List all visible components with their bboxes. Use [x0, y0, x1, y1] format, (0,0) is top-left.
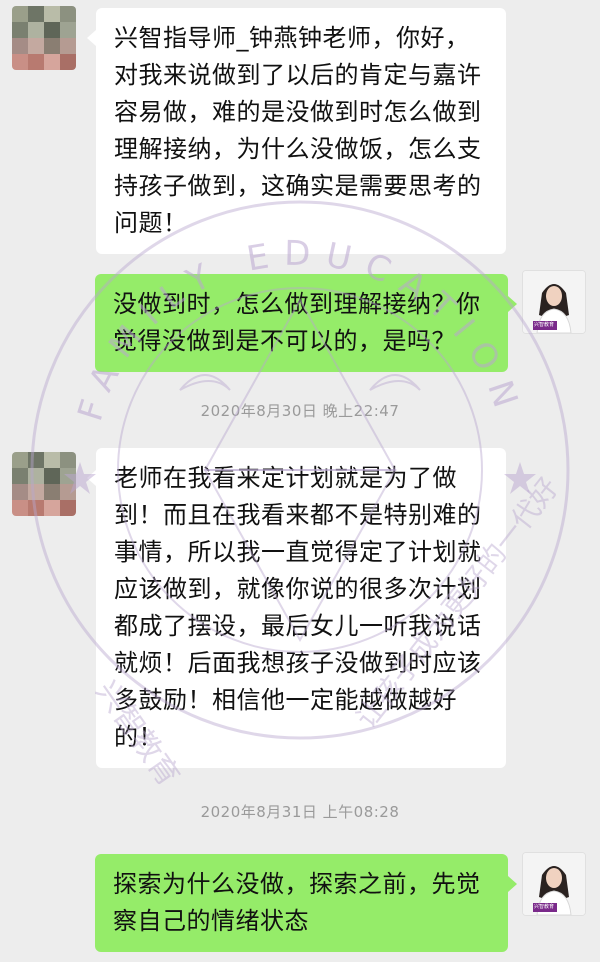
message-text: 探索为什么没做，探索之前，先觉察自己的情绪状态	[113, 870, 481, 935]
avatar-badge-label: 兴智教育	[534, 322, 555, 328]
contact-avatar[interactable]	[12, 452, 76, 516]
contact-avatar[interactable]	[12, 6, 76, 70]
message-text: 兴智指导师_钟燕钟老师，你好，对我来说做到了以后的肯定与嘉许容易做，难的是没做到…	[114, 24, 482, 237]
user-avatar[interactable]: 兴智教育	[522, 270, 586, 334]
avatar-badge-label: 兴智教育	[534, 904, 555, 910]
message-bubble-outgoing[interactable]: 探索为什么没做，探索之前，先觉察自己的情绪状态	[95, 854, 517, 952]
message-text: 没做到时，怎么做到理解接纳？你觉得没做到是不可以的，是吗？	[113, 290, 481, 355]
message-bubble-incoming[interactable]: 兴智指导师_钟燕钟老师，你好，对我来说做到了以后的肯定与嘉许容易做，难的是没做到…	[87, 8, 506, 254]
timestamp: 2020年8月30日 晚上22:47	[200, 402, 400, 420]
message-text: 老师在我看来定计划就是为了做到！而且在我看来都不是特别难的事情，所以我一直觉得定…	[114, 464, 482, 751]
message-bubble-outgoing[interactable]: 没做到时，怎么做到理解接纳？你觉得没做到是不可以的，是吗？	[95, 274, 517, 372]
timestamp: 2020年8月31日 上午08:28	[200, 803, 400, 821]
user-avatar[interactable]: 兴智教育	[522, 852, 586, 916]
message-bubble-incoming[interactable]: 老师在我看来定计划就是为了做到！而且在我看来都不是特别难的事情，所以我一直觉得定…	[87, 448, 506, 768]
